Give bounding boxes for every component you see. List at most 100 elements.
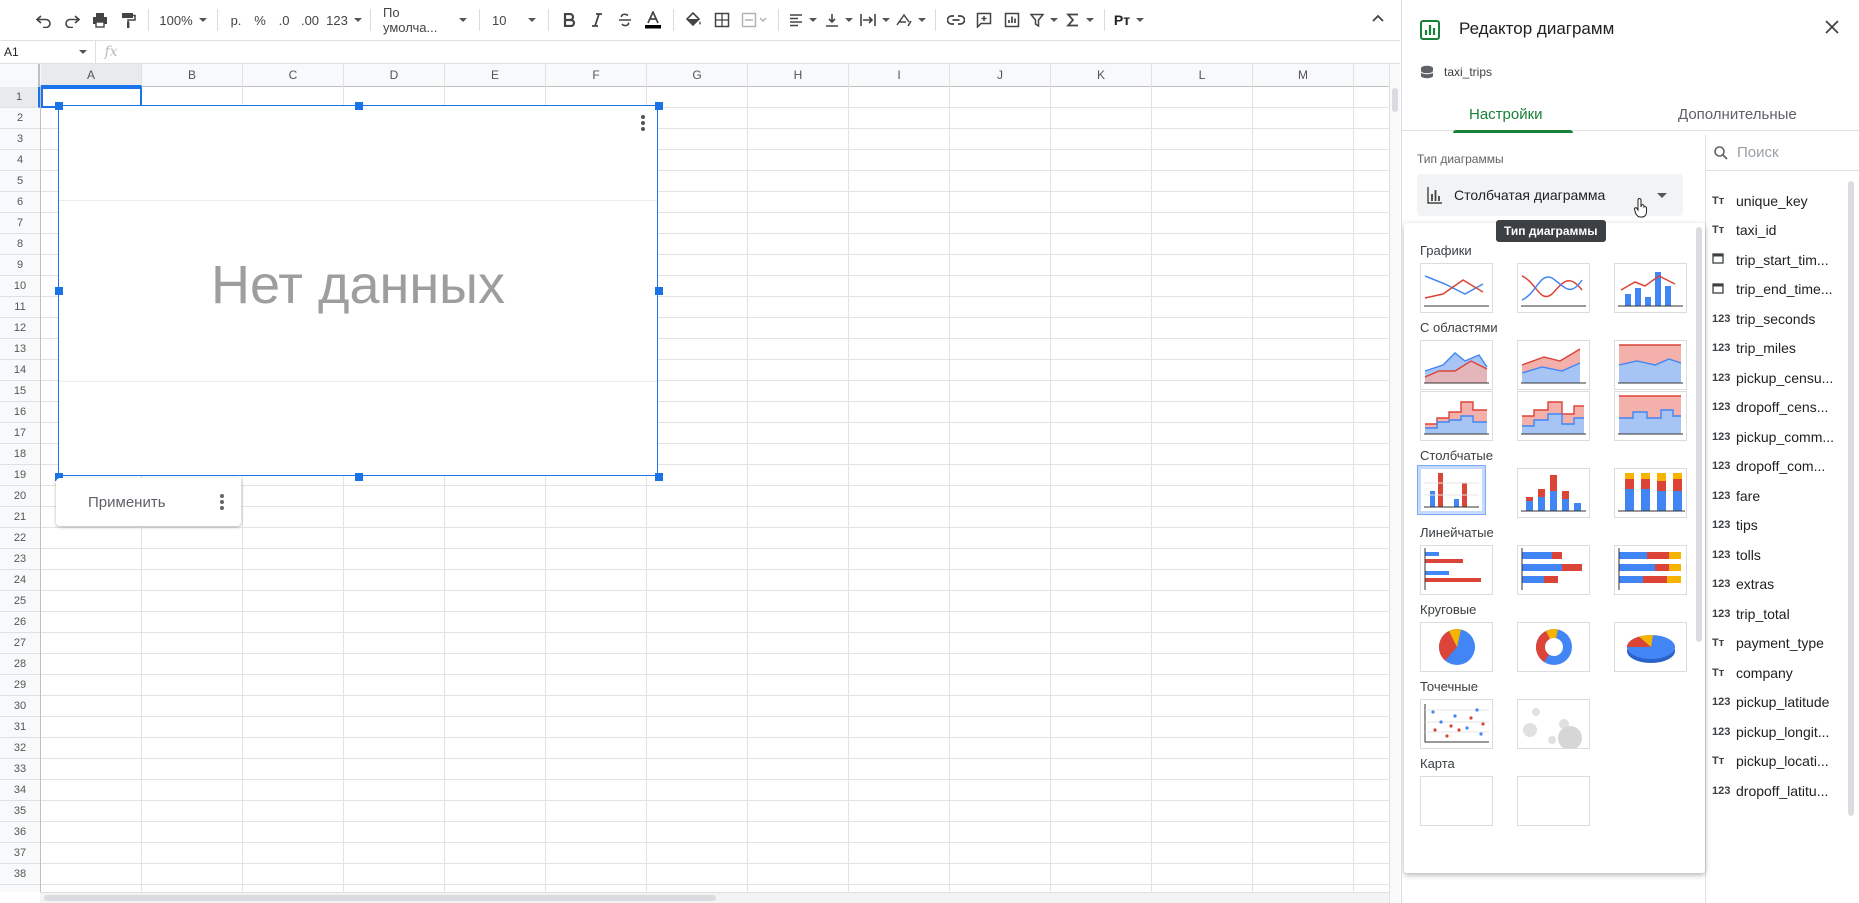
row-header[interactable]: 9 (0, 255, 40, 276)
chart-option-stacked-bar[interactable] (1517, 545, 1590, 595)
row-header[interactable]: 3 (0, 129, 40, 150)
row-header[interactable]: 32 (0, 738, 40, 759)
row-header[interactable]: 35 (0, 801, 40, 822)
horizontal-scrollbar[interactable] (40, 892, 1389, 903)
embedded-chart[interactable]: Нет данных (55, 102, 663, 481)
insert-chart-icon[interactable] (998, 6, 1026, 34)
row-header[interactable]: 25 (0, 591, 40, 612)
redo-icon[interactable] (58, 6, 86, 34)
column-header[interactable]: F (546, 64, 647, 87)
fill-color-icon[interactable] (680, 6, 708, 34)
chart-option-line[interactable] (1420, 263, 1493, 313)
paint-format-icon[interactable] (114, 6, 142, 34)
currency-format-button[interactable]: р. (224, 6, 248, 34)
row-header[interactable]: 13 (0, 339, 40, 360)
scrollbar-thumb[interactable] (1392, 88, 1398, 112)
row-header[interactable]: 16 (0, 402, 40, 423)
tab-settings[interactable]: Настройки (1469, 106, 1543, 123)
column-header[interactable]: L (1152, 64, 1253, 87)
chart-option-geo[interactable] (1420, 776, 1493, 826)
functions-icon[interactable] (1062, 6, 1098, 34)
row-header[interactable]: 31 (0, 717, 40, 738)
row-header[interactable]: 26 (0, 612, 40, 633)
number-format-select[interactable]: 123 (324, 6, 364, 34)
vertical-align-icon[interactable] (821, 6, 857, 34)
tab-customize[interactable]: Дополнительные (1678, 106, 1797, 123)
collapse-toolbar-icon[interactable] (1370, 10, 1390, 30)
row-header[interactable]: 36 (0, 822, 40, 843)
chart-option-bubble[interactable] (1517, 699, 1590, 750)
resize-handle[interactable] (355, 473, 363, 481)
column-header[interactable]: A (41, 64, 142, 87)
merge-cells-icon[interactable] (736, 6, 772, 34)
column-header[interactable]: D (344, 64, 445, 87)
row-header[interactable]: 22 (0, 528, 40, 549)
decrease-decimal-button[interactable]: .0 (272, 6, 296, 34)
row-header[interactable]: 18 (0, 444, 40, 465)
vertical-scrollbar[interactable] (1389, 64, 1400, 903)
filter-icon[interactable] (1026, 6, 1062, 34)
row-header[interactable]: 23 (0, 549, 40, 570)
row-header[interactable]: 7 (0, 213, 40, 234)
select-all-corner[interactable] (0, 64, 40, 87)
field-list-scrollbar[interactable] (1848, 181, 1854, 816)
chart-option-smooth-line[interactable] (1517, 263, 1590, 313)
row-header[interactable]: 15 (0, 381, 40, 402)
zoom-select[interactable]: 100% (155, 6, 211, 34)
resize-handle[interactable] (655, 473, 663, 481)
scrollbar-thumb[interactable] (44, 895, 716, 901)
chart-option-100-stacked-stepped-area[interactable] (1614, 391, 1687, 441)
print-icon[interactable] (86, 6, 114, 34)
chart-option-3d-pie[interactable] (1614, 622, 1687, 672)
row-header[interactable]: 6 (0, 192, 40, 213)
column-header[interactable]: E (445, 64, 546, 87)
chart-option-pie[interactable] (1420, 622, 1493, 672)
row-header[interactable]: 28 (0, 654, 40, 675)
strikethrough-icon[interactable] (611, 6, 639, 34)
row-header[interactable]: 11 (0, 297, 40, 318)
row-header[interactable]: 17 (0, 423, 40, 444)
row-header[interactable]: 33 (0, 759, 40, 780)
row-header[interactable]: 19 (0, 465, 40, 486)
chart-option-stacked-stepped-area[interactable] (1517, 391, 1590, 441)
resize-handle[interactable] (55, 287, 63, 295)
column-header[interactable]: G (647, 64, 748, 87)
field-item[interactable]: 123 dropoff_latitu... (1706, 773, 1856, 808)
row-header[interactable]: 37 (0, 843, 40, 864)
resize-handle[interactable] (55, 102, 63, 110)
formula-input[interactable] (126, 41, 1400, 63)
insert-comment-icon[interactable] (970, 6, 998, 34)
chart-option-column-selected[interactable] (1417, 465, 1486, 515)
column-header[interactable]: M (1253, 64, 1354, 87)
font-family-select[interactable]: По умолча... (377, 5, 473, 35)
row-header[interactable]: 8 (0, 234, 40, 255)
row-header[interactable]: 1 (0, 87, 40, 108)
row-header[interactable]: 14 (0, 360, 40, 381)
chart-option-100-stacked-column[interactable] (1614, 468, 1687, 518)
horizontal-align-icon[interactable] (785, 6, 821, 34)
resize-handle[interactable] (655, 102, 663, 110)
row-header[interactable]: 24 (0, 570, 40, 591)
row-header[interactable]: 30 (0, 696, 40, 717)
row-header[interactable]: 2 (0, 108, 40, 129)
row-header[interactable]: 10 (0, 276, 40, 297)
chart-more-options-icon[interactable] (636, 113, 650, 133)
chart-option-stacked-area[interactable] (1517, 340, 1590, 390)
font-size-select[interactable]: 10 (486, 6, 542, 34)
percent-format-button[interactable]: % (248, 6, 272, 34)
chart-option-combo[interactable] (1614, 263, 1687, 313)
insert-link-icon[interactable] (942, 6, 970, 34)
resize-handle[interactable] (355, 102, 363, 110)
close-icon[interactable] (1824, 19, 1842, 37)
chart-option-area[interactable] (1420, 340, 1493, 390)
row-header[interactable]: 12 (0, 318, 40, 339)
text-color-icon[interactable] (639, 6, 667, 34)
row-header[interactable]: 38 (0, 864, 40, 885)
row-header[interactable]: 21 (0, 507, 40, 528)
input-tools-button[interactable]: Рт (1111, 6, 1147, 34)
chart-option-stepped-area[interactable] (1420, 391, 1493, 441)
chart-option-bar[interactable] (1420, 545, 1493, 595)
chart-option-donut[interactable] (1517, 622, 1590, 672)
column-header[interactable]: I (849, 64, 950, 87)
field-search[interactable]: Поиск (1705, 135, 1859, 171)
